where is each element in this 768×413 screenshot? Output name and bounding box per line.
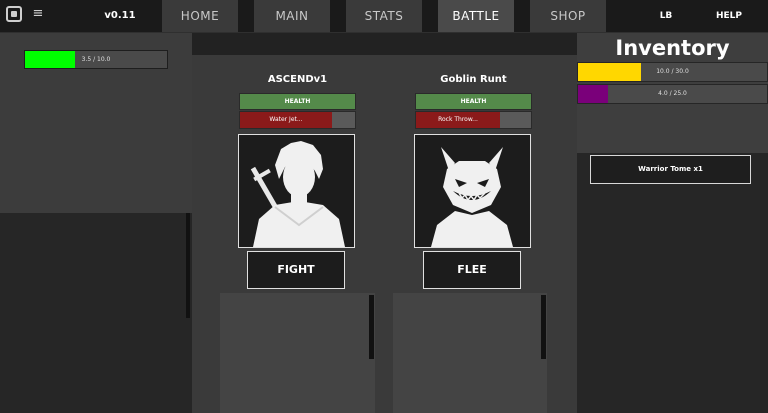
inventory-title: Inventory <box>615 36 730 60</box>
player-portrait <box>238 134 355 248</box>
xp-text: 3.5 / 10.0 <box>81 56 111 63</box>
battle-header-strip <box>192 33 577 55</box>
leaderboard-button[interactable]: LB <box>646 0 686 32</box>
left-lower-panel <box>0 213 192 413</box>
help-button[interactable]: HELP <box>706 0 752 32</box>
tab-stats[interactable]: STATS <box>346 0 422 32</box>
gold-bar-text: 10.0 / 30.0 <box>656 68 689 75</box>
enemy-log-box <box>393 293 547 413</box>
tab-home[interactable]: HOME <box>162 0 238 32</box>
inventory-item[interactable]: Warrior Tome x1 <box>590 155 751 184</box>
player-health-bar: HEALTH <box>239 93 356 110</box>
enemy-action-fill: Rock Throw... <box>416 112 500 128</box>
version-label: v0.11 <box>104 10 136 21</box>
hamburger-menu-icon[interactable]: ≡ <box>30 5 46 23</box>
player-log-box <box>220 293 375 413</box>
tab-shop[interactable]: SHOP <box>530 0 606 32</box>
player-action-bar: Water Jet... <box>239 111 356 129</box>
tab-main[interactable]: MAIN <box>254 0 330 32</box>
goblin-silhouette-icon <box>431 147 513 247</box>
enemy-name: Goblin Runt <box>440 74 507 85</box>
left-scrollbar[interactable] <box>186 213 190 318</box>
enemy-action-bar: Rock Throw... <box>415 111 532 129</box>
mana-bar-text: 4.0 / 25.0 <box>658 90 687 97</box>
player-log-scrollbar[interactable] <box>369 295 374 359</box>
enemy-health-bar: HEALTH <box>415 93 532 110</box>
player-action-fill: Water Jet... <box>240 112 332 128</box>
player-name: ASCENDv1 <box>267 74 328 85</box>
swordsman-silhouette-icon <box>250 141 345 247</box>
roblox-menu-icon[interactable] <box>6 6 22 22</box>
enemy-log-scrollbar[interactable] <box>541 295 546 359</box>
flee-button[interactable]: FLEE <box>423 251 521 289</box>
enemy-portrait <box>414 134 531 248</box>
fight-button[interactable]: FIGHT <box>247 251 345 289</box>
tab-battle[interactable]: BATTLE <box>438 0 514 32</box>
